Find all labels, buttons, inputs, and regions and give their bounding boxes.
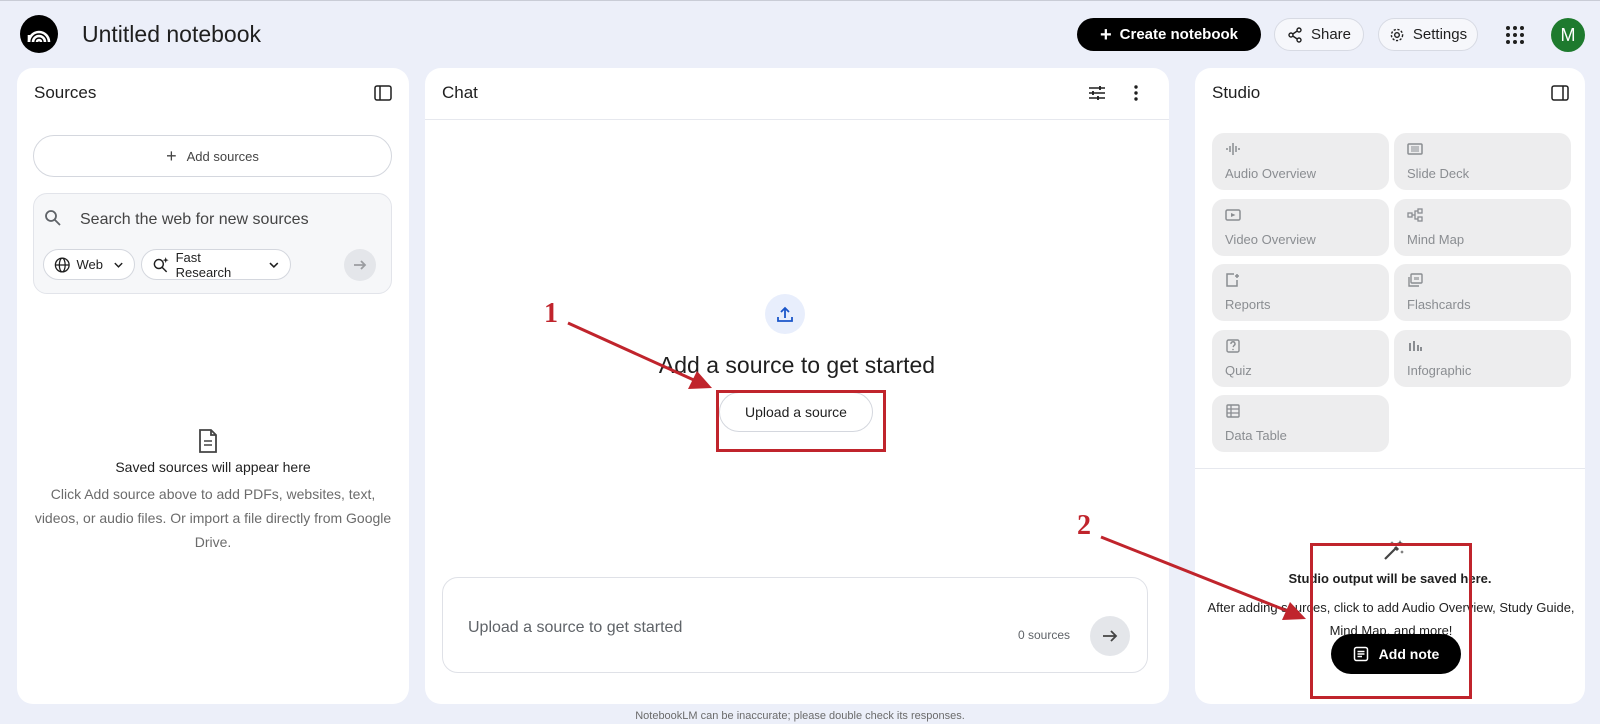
settings-label: Settings bbox=[1412, 26, 1468, 43]
share-label: Share bbox=[1310, 26, 1352, 43]
tile-label: Flashcards bbox=[1407, 297, 1471, 312]
search-submit-button[interactable] bbox=[344, 249, 376, 281]
slides-icon bbox=[1407, 143, 1423, 155]
notebook-title[interactable]: Untitled notebook bbox=[82, 21, 261, 48]
add-sources-button[interactable]: + Add sources bbox=[33, 135, 392, 177]
chat-panel: Chat Add a source to get started Upload … bbox=[425, 68, 1169, 704]
arrow-right-icon bbox=[1103, 630, 1118, 642]
add-sources-label: Add sources bbox=[186, 148, 259, 164]
gear-icon bbox=[1390, 28, 1404, 41]
share-button[interactable]: Share bbox=[1274, 18, 1364, 51]
quiz-tile[interactable]: Quiz bbox=[1212, 330, 1389, 387]
web-search-box: Search the web for new sources Web Fast … bbox=[33, 193, 392, 294]
divider bbox=[425, 119, 1169, 120]
sources-panel: Sources + Add sources Search the web for… bbox=[17, 68, 409, 704]
top-bar: Untitled notebook + Create notebook Shar… bbox=[0, 0, 1600, 68]
annotation-box-2 bbox=[1310, 543, 1472, 699]
sources-panel-title: Sources bbox=[34, 83, 97, 102]
divider bbox=[1195, 468, 1585, 469]
infographic-icon bbox=[1409, 341, 1422, 351]
sources-empty-title: Saved sources will appear here bbox=[115, 459, 311, 475]
source-count: 0 sources bbox=[1018, 628, 1071, 642]
tile-label: Slide Deck bbox=[1407, 166, 1470, 181]
audio-wave-icon bbox=[1226, 143, 1240, 155]
apps-grid-icon[interactable] bbox=[1505, 25, 1525, 45]
more-vert-icon[interactable] bbox=[1125, 82, 1147, 104]
settings-button[interactable]: Settings bbox=[1378, 18, 1478, 51]
share-icon bbox=[1288, 26, 1302, 43]
quiz-icon bbox=[1226, 339, 1240, 353]
tile-label: Reports bbox=[1225, 297, 1271, 312]
studio-panel-title: Studio bbox=[1212, 83, 1261, 102]
flashcards-tile[interactable]: Flashcards bbox=[1394, 264, 1571, 321]
slide-deck-tile[interactable]: Slide Deck bbox=[1394, 133, 1571, 190]
collapse-panel-icon[interactable] bbox=[372, 82, 394, 104]
mind-map-icon bbox=[1407, 208, 1423, 222]
create-notebook-button[interactable]: + Create notebook bbox=[1077, 18, 1261, 51]
plus-icon: + bbox=[1099, 23, 1112, 46]
annotation-box-1 bbox=[716, 390, 886, 452]
web-chip-label: Web bbox=[76, 257, 104, 272]
annotation-marker-2: 2 bbox=[1077, 510, 1091, 541]
tile-label: Data Table bbox=[1225, 428, 1287, 443]
tile-label: Mind Map bbox=[1407, 232, 1465, 247]
chat-input[interactable]: Upload a source to get started bbox=[468, 619, 682, 637]
arrow-right-icon bbox=[354, 260, 367, 270]
audio-overview-tile[interactable]: Audio Overview bbox=[1212, 133, 1389, 190]
tune-icon[interactable] bbox=[1086, 82, 1108, 104]
chevron-down-icon bbox=[269, 261, 279, 268]
notebooklm-logo-icon[interactable] bbox=[20, 15, 58, 53]
infographic-tile[interactable]: Infographic bbox=[1394, 330, 1571, 387]
chevron-down-icon bbox=[114, 262, 123, 268]
tile-label: Audio Overview bbox=[1225, 166, 1317, 181]
globe-icon bbox=[54, 256, 70, 273]
plus-icon: + bbox=[166, 145, 177, 166]
upload-icon bbox=[765, 294, 805, 334]
sparkle-search-icon bbox=[153, 256, 169, 272]
disclaimer-text: NotebookLM can be inaccurate; please dou… bbox=[635, 710, 965, 722]
chat-empty-title: Add a source to get started bbox=[658, 352, 936, 378]
avatar[interactable]: M bbox=[1551, 18, 1585, 52]
fast-research-dropdown[interactable]: Fast Research bbox=[141, 249, 291, 280]
tile-label: Video Overview bbox=[1225, 232, 1316, 247]
create-notebook-label: Create notebook bbox=[1119, 26, 1239, 43]
annotation-marker-1: 1 bbox=[544, 298, 558, 329]
web-search-input[interactable]: Search the web for new sources bbox=[80, 211, 309, 229]
video-overview-tile[interactable]: Video Overview bbox=[1212, 199, 1389, 256]
chat-input-box[interactable]: Upload a source to get started 0 sources bbox=[442, 577, 1148, 673]
send-button[interactable] bbox=[1090, 616, 1130, 656]
document-icon bbox=[198, 429, 218, 458]
data-table-tile[interactable]: Data Table bbox=[1212, 395, 1389, 452]
fast-research-label: Fast Research bbox=[175, 249, 232, 280]
sources-empty-body: Click Add source above to add PDFs, webs… bbox=[34, 486, 392, 550]
web-source-dropdown[interactable]: Web bbox=[43, 249, 135, 280]
chat-panel-title: Chat bbox=[442, 83, 478, 102]
video-icon bbox=[1225, 209, 1241, 221]
mind-map-tile[interactable]: Mind Map bbox=[1394, 199, 1571, 256]
search-icon bbox=[44, 209, 62, 232]
reports-tile[interactable]: Reports bbox=[1212, 264, 1389, 321]
collapse-panel-icon[interactable] bbox=[1549, 82, 1571, 104]
flashcards-icon bbox=[1408, 273, 1423, 287]
tile-label: Quiz bbox=[1225, 363, 1252, 378]
table-icon bbox=[1226, 404, 1240, 418]
report-icon bbox=[1226, 273, 1239, 287]
tile-label: Infographic bbox=[1407, 363, 1472, 378]
